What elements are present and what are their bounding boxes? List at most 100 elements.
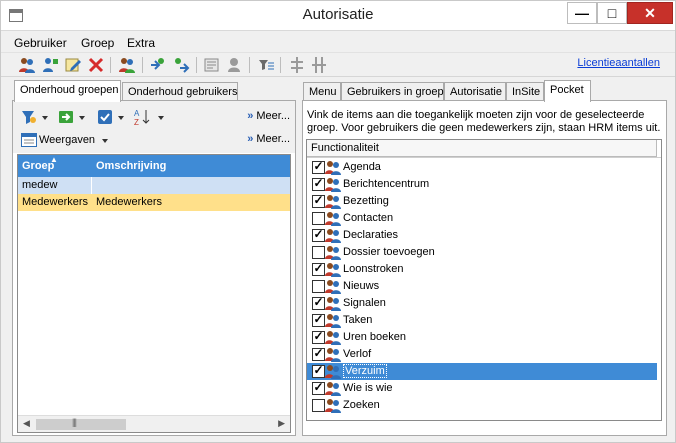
- functionality-item-signalen[interactable]: ✓ Signalen: [307, 295, 657, 312]
- svg-text:A: A: [134, 109, 140, 118]
- functionality-item-loonstroken[interactable]: ✓ Loonstroken: [307, 261, 657, 278]
- edit-icon[interactable]: [64, 56, 82, 74]
- functionality-item-nieuws[interactable]: Nieuws: [307, 278, 657, 295]
- check-icon: ✓: [313, 329, 324, 343]
- scroll-right-icon[interactable]: ▶: [278, 418, 285, 429]
- functionality-item-wie-is-wie[interactable]: ✓ Wie is wie: [307, 380, 657, 397]
- functionality-item-declaraties[interactable]: ✓ Declaraties: [307, 227, 657, 244]
- functionality-item-taken[interactable]: ✓ Taken: [307, 312, 657, 329]
- grid-header: ▲ Groep Omschrijving: [18, 155, 290, 177]
- checkbox[interactable]: [312, 280, 325, 293]
- cell-groep[interactable]: Medewerkers: [22, 196, 88, 208]
- chevron-down-icon[interactable]: [102, 139, 108, 143]
- functionality-item-zoeken[interactable]: Zoeken: [307, 397, 657, 414]
- tab-onderhoud-groepen[interactable]: Onderhoud groepen: [14, 80, 121, 102]
- more-button[interactable]: » Meer...: [247, 133, 290, 145]
- checkbox[interactable]: ✓: [312, 363, 325, 378]
- more-button[interactable]: » Meer...: [247, 110, 290, 122]
- svg-text:Z: Z: [134, 118, 139, 126]
- chevron-down-icon[interactable]: [42, 116, 48, 120]
- checkbox[interactable]: ✓: [312, 261, 325, 276]
- sort-az-icon[interactable]: AZ: [133, 108, 151, 127]
- title-bar[interactable]: Autorisatie — □ ✕: [1, 1, 675, 31]
- functionality-item-agenda[interactable]: ✓ Agenda: [307, 159, 657, 176]
- check-icon: ✓: [313, 363, 324, 377]
- checkbox[interactable]: ✓: [312, 380, 325, 395]
- functionality-item-dossier-toevoegen[interactable]: Dossier toevoegen: [307, 244, 657, 261]
- menu-bar: Gebruiker Groep Extra: [1, 32, 675, 52]
- menu-groep[interactable]: Groep: [81, 36, 114, 50]
- functionality-item-bezetting[interactable]: ✓ Bezetting: [307, 193, 657, 210]
- checkbox[interactable]: ✓: [312, 312, 325, 327]
- functionality-item-verlof[interactable]: ✓ Verlof: [307, 346, 657, 363]
- maximize-button[interactable]: □: [597, 2, 627, 24]
- scroll-left-icon[interactable]: ◀: [23, 418, 30, 429]
- tab-onderhoud-gebruikers[interactable]: Onderhoud gebruikers: [122, 82, 238, 102]
- users-group-icon: [325, 160, 341, 175]
- views-icon[interactable]: [21, 133, 37, 147]
- more-label: Meer...: [256, 110, 290, 122]
- column-header-functionaliteit[interactable]: Functionaliteit: [307, 140, 657, 157]
- align-icon[interactable]: [288, 56, 306, 74]
- checkbox[interactable]: ✓: [312, 159, 325, 174]
- groups-panel: AZ » Meer... Weergaven » Meer... ▲ Groep O…: [12, 100, 296, 436]
- tab-insite[interactable]: InSite: [506, 82, 544, 102]
- users-copy-icon[interactable]: [118, 56, 136, 74]
- cell-omschrijving[interactable]: Medewerkers: [96, 196, 162, 208]
- checkbox[interactable]: [312, 246, 325, 259]
- align-alt-icon[interactable]: [310, 56, 328, 74]
- user-add-icon[interactable]: [41, 56, 59, 74]
- close-icon: ✕: [644, 5, 656, 21]
- table-row[interactable]: medew: [18, 177, 290, 194]
- chevron-down-icon[interactable]: [118, 116, 124, 120]
- horizontal-scrollbar[interactable]: ◀ ▶: [18, 415, 290, 432]
- checkbox[interactable]: ✓: [312, 295, 325, 310]
- minimize-button[interactable]: —: [567, 2, 597, 24]
- menu-extra[interactable]: Extra: [127, 36, 155, 50]
- checkbox[interactable]: ✓: [312, 193, 325, 208]
- functionality-item-uren-boeken[interactable]: ✓ Uren boeken: [307, 329, 657, 346]
- tab-pocket[interactable]: Pocket: [544, 80, 591, 102]
- arrow-right-icon[interactable]: [58, 109, 74, 125]
- checkbox[interactable]: ✓: [312, 329, 325, 344]
- tab-autorisatie[interactable]: Autorisatie: [444, 82, 506, 102]
- scrollbar-thumb[interactable]: [36, 417, 126, 430]
- license-count-link[interactable]: Licentieaantallen: [577, 57, 660, 69]
- puzzle-icon[interactable]: [225, 56, 243, 74]
- menu-gebruiker[interactable]: Gebruiker: [14, 36, 67, 50]
- users-group-icon: [325, 177, 341, 192]
- functionality-label: Contacten: [343, 212, 394, 224]
- users-group-icon[interactable]: [18, 56, 36, 74]
- functionality-item-verzuim[interactable]: ✓ Verzuim: [307, 363, 657, 380]
- table-row[interactable]: Medewerkers Medewerkers: [18, 194, 290, 211]
- report-icon[interactable]: [203, 56, 221, 74]
- checkbox[interactable]: [312, 399, 325, 412]
- check-icon: ✓: [313, 346, 324, 360]
- tab-gebruikers-in-groep[interactable]: Gebruikers in groep: [341, 82, 444, 102]
- functionality-label: Bezetting: [343, 195, 389, 207]
- column-header-groep[interactable]: Groep: [22, 160, 54, 172]
- delete-icon[interactable]: [87, 56, 105, 74]
- close-button[interactable]: ✕: [627, 2, 673, 24]
- checkbox[interactable]: ✓: [312, 346, 325, 361]
- filter-icon[interactable]: [257, 56, 275, 74]
- views-label[interactable]: Weergaven: [39, 134, 95, 146]
- chevron-down-icon[interactable]: [79, 116, 85, 120]
- checkbox[interactable]: [312, 212, 325, 225]
- column-header-omschrijving[interactable]: Omschrijving: [96, 160, 166, 172]
- users-group-icon: [325, 245, 341, 260]
- filter-icon[interactable]: [21, 109, 37, 125]
- checkbox[interactable]: ✓: [312, 176, 325, 191]
- functionality-item-contacten[interactable]: Contacten: [307, 210, 657, 227]
- functionality-item-berichtencentrum[interactable]: ✓ Berichtencentrum: [307, 176, 657, 193]
- tab-menu[interactable]: Menu: [303, 82, 341, 102]
- cell-groep[interactable]: medew: [22, 179, 57, 191]
- users-group-icon: [325, 296, 341, 311]
- import-icon[interactable]: [149, 56, 167, 74]
- checkbox[interactable]: ✓: [312, 227, 325, 242]
- functionality-label: Agenda: [343, 161, 381, 173]
- tab-label: InSite: [512, 86, 541, 98]
- checkbox-check-icon[interactable]: [97, 109, 113, 125]
- export-icon[interactable]: [172, 56, 190, 74]
- chevron-down-icon[interactable]: [158, 116, 164, 120]
